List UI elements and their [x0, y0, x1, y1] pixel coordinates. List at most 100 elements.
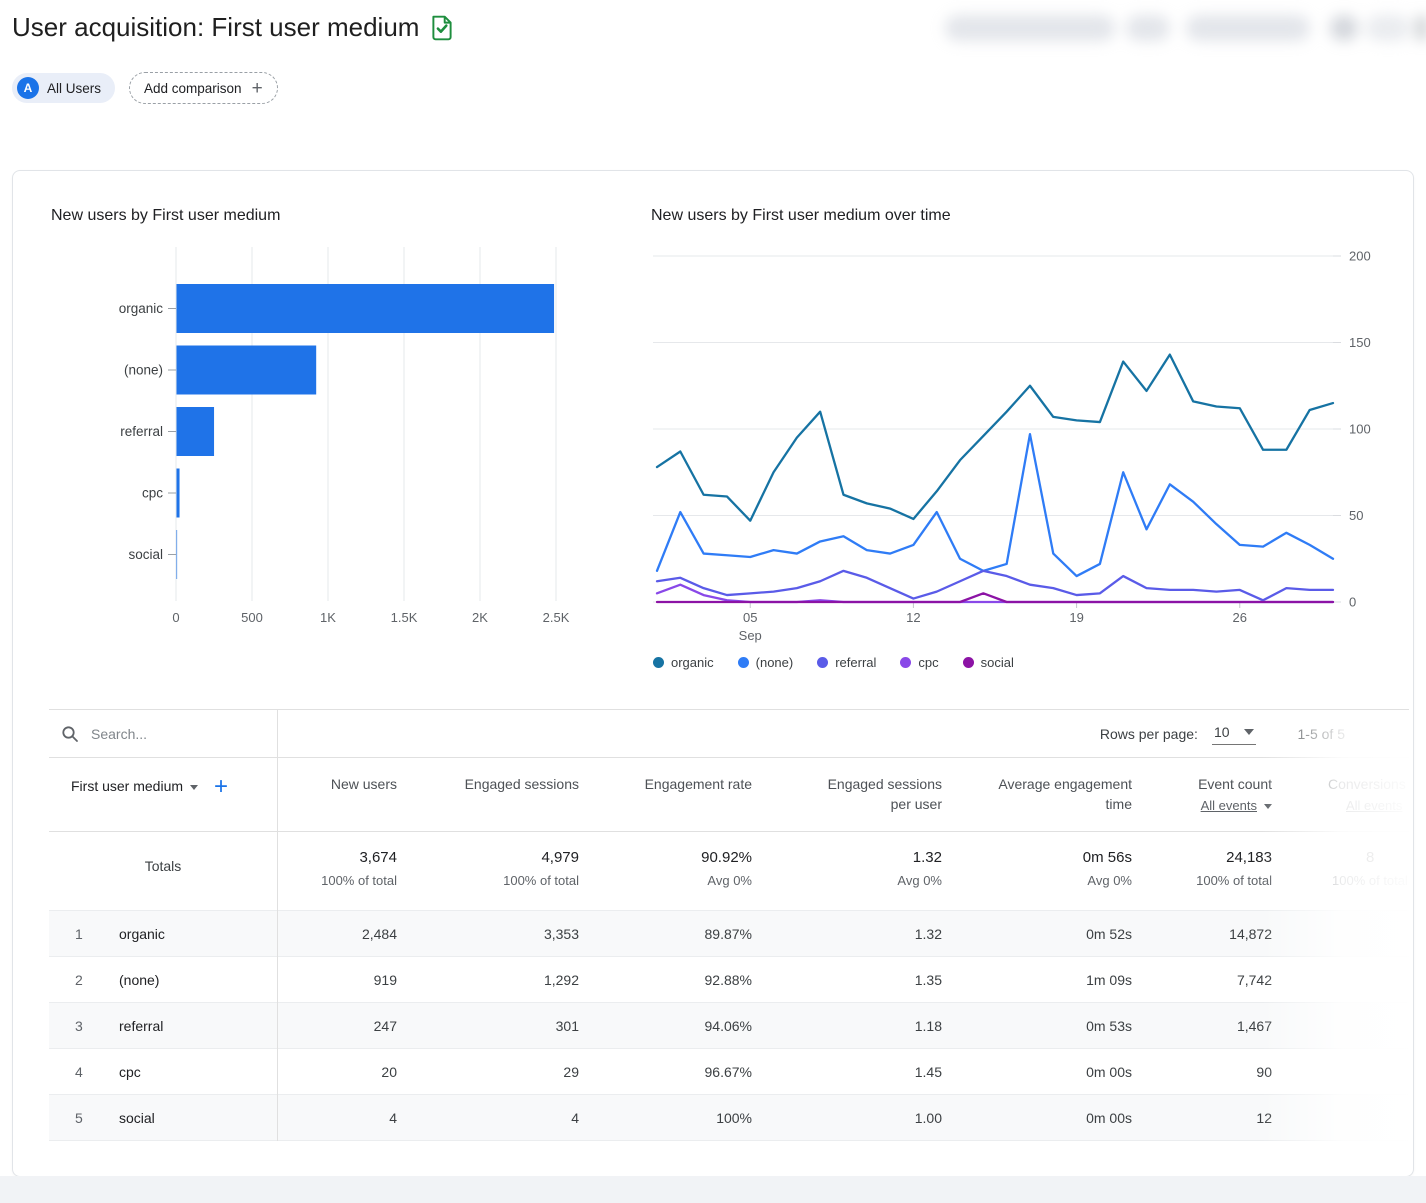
metric-cell — [1272, 1003, 1409, 1048]
totals-subtext: Avg 0% — [1087, 873, 1132, 888]
row-number: 3 — [75, 1017, 83, 1034]
totals-value: 8 — [1366, 849, 1375, 866]
all-users-label: All Users — [47, 80, 102, 96]
svg-text:cpc: cpc — [142, 486, 163, 501]
metric-cell: 0m 53s — [1086, 1017, 1132, 1034]
bar-chart-title: New users by First user medium — [51, 207, 281, 224]
row-number: 1 — [75, 925, 83, 942]
svg-text:05: 05 — [743, 610, 757, 625]
svg-text:referral: referral — [120, 424, 163, 439]
column-header-label: Average engagement time — [998, 776, 1132, 812]
metric-cell: 0m 52s — [1086, 925, 1132, 942]
metric-cell: 1.45 — [914, 1063, 942, 1080]
column-header[interactable]: New users — [277, 758, 397, 831]
metric-cell: 4 — [389, 1109, 397, 1126]
legend-item: cpc — [900, 655, 939, 670]
legend-dot-icon — [653, 657, 664, 668]
metric-cell: 100% — [716, 1109, 752, 1126]
column-subheader[interactable]: All events — [1272, 798, 1409, 813]
column-header-label: Engaged sessions per user — [827, 776, 942, 812]
row-number: 2 — [75, 971, 83, 988]
legend-dot-icon — [737, 657, 749, 668]
pagination-range: 1-5 of 5 — [1297, 725, 1345, 742]
metric-cell: 3,353 — [543, 925, 579, 942]
table-toolbar: Rows per page: 10 1-5 of 5 — [49, 710, 1409, 758]
table-row: 2 (none) 919 1,292 92.88% 1.35 1m 09s 7,742 — [49, 956, 1409, 1002]
metric-cell — [1272, 1049, 1409, 1094]
metric-cell: 301 — [555, 1017, 579, 1034]
metric-cell: 919 — [373, 971, 397, 988]
rows-per-page-select[interactable]: 10 — [1211, 722, 1256, 745]
dimension-cell: 1 organic — [49, 911, 277, 956]
column-header[interactable]: Average engagement time — [942, 758, 1132, 831]
plus-icon: + — [251, 77, 263, 99]
totals-cell: 90.92% Avg 0% — [579, 832, 752, 910]
column-header[interactable]: Conversions All events — [1272, 758, 1409, 831]
line-chart-title: New users by First user medium over time — [651, 207, 951, 224]
segment-avatar: A — [17, 77, 39, 99]
column-header-label: Event count — [1198, 776, 1272, 792]
svg-text:(none): (none) — [124, 363, 163, 378]
column-header[interactable]: Engaged sessions per user — [752, 758, 942, 831]
totals-value: 90.92% — [701, 849, 752, 866]
metric-cell — [1272, 911, 1409, 956]
svg-text:50: 50 — [1349, 508, 1363, 523]
data-table: Rows per page: 10 1-5 of 5 First user me… — [49, 709, 1409, 1141]
row-number: 5 — [75, 1109, 83, 1126]
page: User acquisition: First user medium A Al… — [0, 0, 1426, 1203]
metric-cell: 94.06% — [704, 1017, 752, 1034]
column-subheader[interactable]: All events — [1132, 798, 1272, 813]
legend-label: (none) — [755, 655, 794, 670]
metric-cell: 92.88% — [704, 971, 752, 988]
legend-dot-icon — [817, 657, 829, 668]
metric-cell: 1.32 — [914, 925, 942, 942]
page-title: User acquisition: First user medium — [12, 12, 455, 43]
legend-label: referral — [835, 655, 877, 670]
totals-value: 1.32 — [912, 849, 942, 866]
metric-cell: 1m 09s — [1086, 971, 1132, 988]
metric-cell: 4 — [571, 1109, 579, 1126]
legend-item: referral — [817, 655, 876, 670]
svg-text:500: 500 — [241, 610, 263, 625]
legend-dot-icon — [900, 657, 912, 668]
totals-cell: 24,183 100% of total — [1132, 832, 1272, 910]
svg-text:2K: 2K — [472, 610, 488, 625]
totals-cell: 4,979 100% of total — [397, 832, 579, 910]
metric-cell: 96.67% — [704, 1063, 752, 1080]
totals-subtext: Avg 0% — [707, 873, 752, 888]
svg-text:0: 0 — [1349, 595, 1356, 610]
all-users-chip[interactable]: A All Users — [12, 73, 116, 103]
legend-label: cpc — [918, 655, 939, 670]
column-header[interactable]: Engaged sessions — [397, 758, 579, 831]
svg-text:200: 200 — [1349, 249, 1371, 264]
chevron-down-icon — [1243, 729, 1254, 735]
metric-cell: 1,292 — [543, 971, 579, 988]
bar-chart-svg: 0 500 1K 1.5K 2K 2.5K organic (none) referral cpc… — [119, 247, 570, 625]
legend-label: organic — [671, 655, 714, 670]
search-input[interactable] — [89, 724, 243, 743]
dimension-header[interactable]: First user medium + — [49, 758, 277, 831]
add-comparison-button[interactable]: Add comparison + — [129, 72, 278, 104]
totals-subtext: 100% of total — [1196, 873, 1272, 888]
totals-value: 3,674 — [359, 849, 397, 866]
totals-subtext: 100% of total — [321, 873, 397, 888]
table-row: 4 cpc 20 29 96.67% 1.45 0m 00s 90 — [49, 1048, 1409, 1094]
add-comparison-label: Add comparison — [144, 80, 242, 96]
metric-cell: 1.00 — [914, 1109, 942, 1126]
dimension-header-label: First user medium — [71, 778, 184, 794]
totals-subtext: 100% of total — [503, 873, 579, 888]
metric-cell: 0m 00s — [1086, 1063, 1132, 1080]
svg-text:Sep: Sep — [739, 628, 762, 643]
redacted-blob — [945, 15, 1115, 41]
column-header[interactable]: Event count All events — [1132, 758, 1272, 831]
column-header[interactable]: Engagement rate — [579, 758, 752, 831]
totals-cell: 8 100% of total — [1272, 832, 1409, 910]
metric-cell — [1272, 957, 1409, 1002]
add-column-button[interactable]: + — [214, 775, 228, 799]
legend-item: organic — [653, 655, 714, 670]
table-body: 1 organic 2,484 3,353 89.87% 1.32 0m 52s 14,872… — [49, 910, 1409, 1141]
column-header-label: Conversions — [1328, 776, 1406, 792]
chevron-down-icon — [190, 784, 199, 790]
search-box[interactable] — [49, 710, 277, 757]
totals-subtext: Avg 0% — [897, 873, 942, 888]
